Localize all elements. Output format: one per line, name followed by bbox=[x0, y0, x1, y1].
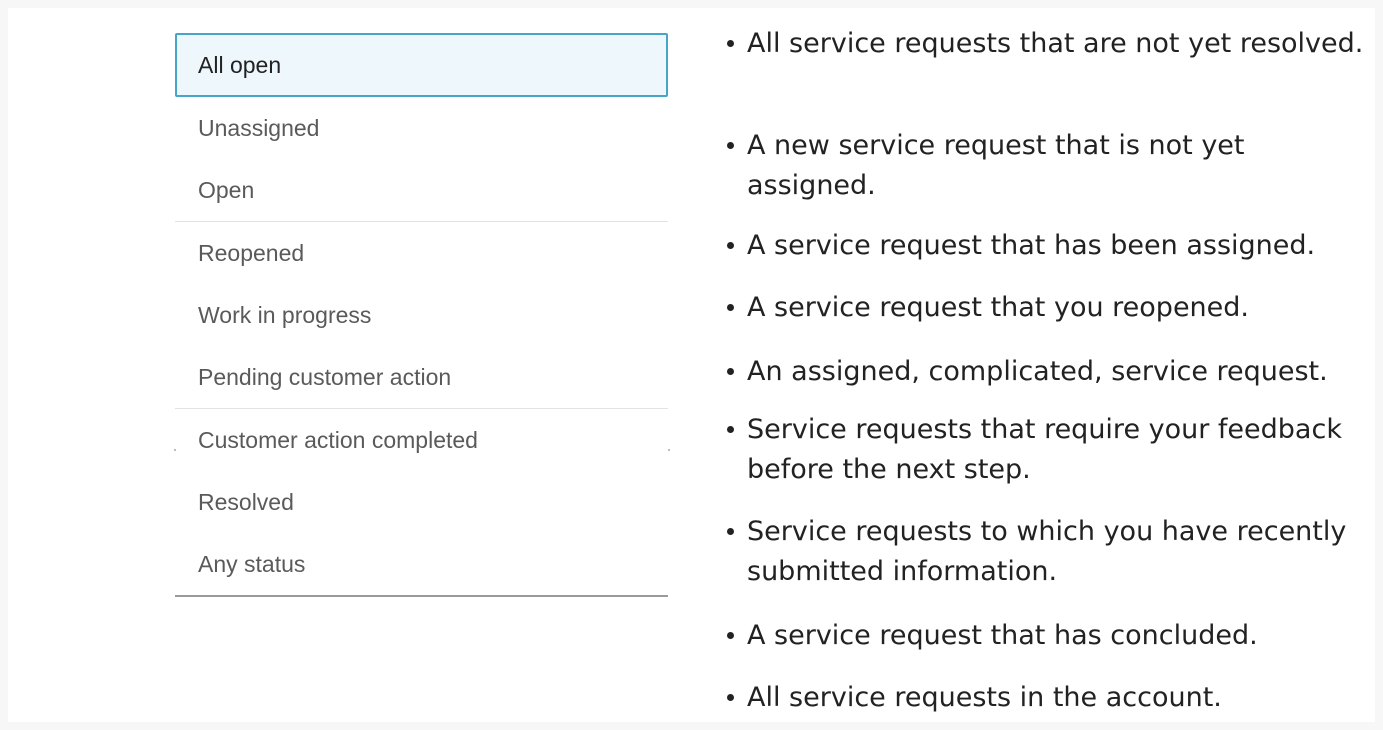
status-option-label: Open bbox=[198, 176, 255, 203]
status-option-label: Work in progress bbox=[198, 301, 372, 328]
status-option-any-status[interactable]: Any status bbox=[175, 533, 668, 597]
status-option-open[interactable]: Open bbox=[175, 159, 668, 223]
bullet-icon bbox=[727, 632, 734, 639]
bullet-icon bbox=[727, 528, 734, 535]
status-option-pending-customer-action[interactable]: Pending customer action bbox=[175, 346, 668, 410]
bullet-icon bbox=[727, 368, 734, 375]
bullet-icon bbox=[727, 242, 734, 249]
bullet-icon bbox=[727, 694, 734, 701]
bullet-icon bbox=[727, 142, 734, 149]
status-option-label: Resolved bbox=[198, 488, 294, 515]
status-option-label: Pending customer action bbox=[198, 363, 452, 390]
status-option-label: Customer action completed bbox=[198, 426, 478, 453]
status-option-label: Unassigned bbox=[198, 114, 320, 141]
status-option-unassigned[interactable]: Unassigned bbox=[175, 97, 668, 161]
status-option-customer-action-completed[interactable]: Customer action completed bbox=[175, 409, 668, 473]
bullet-icon bbox=[727, 304, 734, 311]
screenshot-canvas: All open Unassigned Open Reopened Work i… bbox=[0, 0, 1383, 730]
status-option-resolved[interactable]: Resolved bbox=[175, 471, 668, 535]
status-option-work-in-progress[interactable]: Work in progress bbox=[175, 284, 668, 348]
status-option-label: Any status bbox=[198, 550, 306, 577]
bullet-icon bbox=[727, 40, 734, 47]
menu-edge-mark-right bbox=[668, 449, 670, 451]
menu-edge-mark-left bbox=[174, 449, 176, 451]
status-option-all-open[interactable]: All open bbox=[175, 33, 668, 97]
status-option-label: Reopened bbox=[198, 239, 305, 266]
status-filter-menu: All open Unassigned Open Reopened Work i… bbox=[175, 33, 668, 600]
bullet-icon bbox=[727, 426, 734, 433]
status-option-label: All open bbox=[198, 51, 282, 78]
status-option-reopened[interactable]: Reopened bbox=[175, 222, 668, 286]
